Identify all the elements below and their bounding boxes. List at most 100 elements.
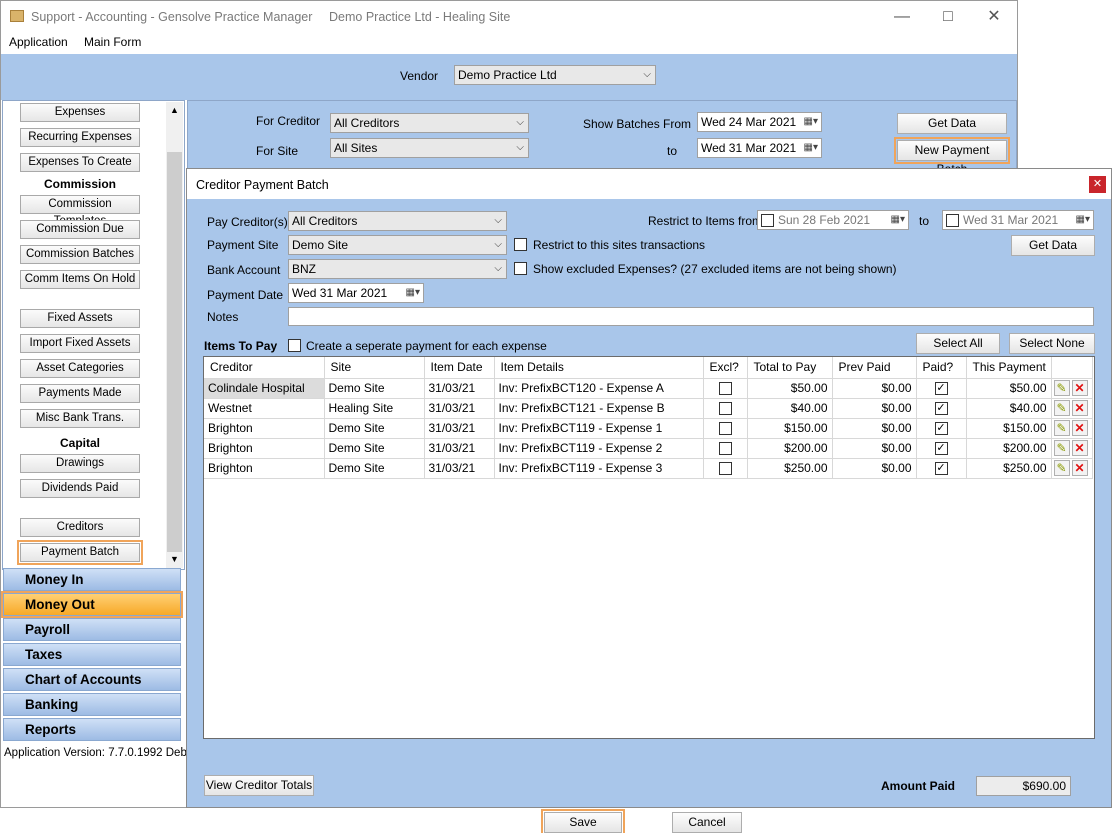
nav-money-out[interactable]: Money Out: [1, 591, 183, 618]
expenses-to-create-button[interactable]: Expenses To Create: [20, 153, 140, 172]
paid-checkbox[interactable]: ✓: [934, 382, 948, 396]
edit-pencil-icon[interactable]: ✎: [1053, 440, 1070, 456]
chevron-up-icon[interactable]: ▲: [166, 102, 183, 119]
col-prev-paid[interactable]: Prev Paid: [832, 357, 917, 379]
excl-checkbox[interactable]: [718, 422, 732, 436]
restrict-site-checkbox[interactable]: [514, 238, 527, 251]
nav-payroll[interactable]: Payroll: [3, 618, 181, 641]
excl-cell: [703, 458, 748, 479]
for-creditor-select[interactable]: All Creditors ⌵: [330, 113, 529, 133]
table-header-row: Creditor Site Item Date Item Details Exc…: [204, 357, 1093, 379]
delete-icon[interactable]: ✕: [1071, 440, 1088, 456]
drawings-button[interactable]: Drawings: [20, 454, 140, 473]
bank-account-select[interactable]: BNZ ⌵: [288, 259, 507, 279]
import-fixed-assets-button[interactable]: Import Fixed Assets: [20, 334, 140, 353]
show-from-date[interactable]: Wed 24 Mar 2021 ▦▾: [697, 112, 822, 132]
table-row[interactable]: Brighton Demo Site 31/03/21 Inv: PrefixBCT1…: [204, 438, 1093, 459]
nav-banking[interactable]: Banking: [3, 693, 181, 716]
excl-checkbox[interactable]: [718, 442, 732, 456]
nav-money-in[interactable]: Money In: [3, 568, 181, 591]
view-creditor-totals-button[interactable]: View Creditor Totals: [204, 775, 314, 796]
payment-site-select[interactable]: Demo Site ⌵: [288, 235, 507, 255]
menu-main-form[interactable]: Main Form: [84, 35, 141, 49]
restrict-from-date[interactable]: Sun 28 Feb 2021 ▦▾: [757, 210, 909, 230]
fixed-assets-button[interactable]: Fixed Assets: [20, 309, 140, 328]
select-none-button[interactable]: Select None: [1009, 333, 1095, 354]
table-row[interactable]: Westnet Healing Site 31/03/21 Inv: PrefixBC…: [204, 398, 1093, 419]
table-row[interactable]: Brighton Demo Site 31/03/21 Inv: PrefixBCT1…: [204, 458, 1093, 479]
expenses-button[interactable]: Expenses: [20, 103, 140, 122]
notes-input[interactable]: [288, 307, 1094, 326]
commission-batches-button[interactable]: Commission Batches: [20, 245, 140, 264]
calendar-icon[interactable]: ▦▾: [804, 113, 818, 131]
payment-batch-button[interactable]: Payment Batch: [17, 540, 143, 565]
cancel-button[interactable]: Cancel: [672, 812, 742, 833]
col-site[interactable]: Site: [324, 357, 425, 379]
show-excluded-checkbox[interactable]: [514, 262, 527, 275]
dividends-paid-button[interactable]: Dividends Paid: [20, 479, 140, 498]
vendor-select[interactable]: Demo Practice Ltd ⌵: [454, 65, 656, 85]
table-row[interactable]: Brighton Demo Site 31/03/21 Inv: PrefixBCT1…: [204, 418, 1093, 439]
scroll-thumb[interactable]: [167, 152, 182, 552]
col-excl[interactable]: Excl?: [703, 357, 748, 379]
col-creditor[interactable]: Creditor: [204, 357, 325, 379]
creditors-button[interactable]: Creditors: [20, 518, 140, 537]
calendar-icon[interactable]: ▦▾: [804, 139, 818, 157]
asset-categories-button[interactable]: Asset Categories: [20, 359, 140, 378]
sidebar-scrollbar[interactable]: ▲ ▼: [166, 102, 183, 568]
dialog-get-data-button[interactable]: Get Data: [1011, 235, 1095, 256]
restrict-to-date[interactable]: Wed 31 Mar 2021 ▦▾: [942, 210, 1094, 230]
restrict-from-checkbox[interactable]: [761, 214, 774, 227]
excl-checkbox[interactable]: [718, 382, 732, 396]
paid-checkbox[interactable]: ✓: [934, 402, 948, 416]
misc-bank-trans-button[interactable]: Misc Bank Trans.: [20, 409, 140, 428]
dialog-close-icon[interactable]: ✕: [1089, 176, 1106, 193]
excl-checkbox[interactable]: [718, 462, 732, 476]
for-site-select[interactable]: All Sites ⌵: [330, 138, 529, 158]
payments-made-button[interactable]: Payments Made: [20, 384, 140, 403]
commission-due-button[interactable]: Commission Due: [20, 220, 140, 239]
col-paid[interactable]: Paid?: [916, 357, 967, 379]
edit-pencil-icon[interactable]: ✎: [1053, 420, 1070, 436]
edit-pencil-icon[interactable]: ✎: [1053, 460, 1070, 476]
col-total-to-pay[interactable]: Total to Pay: [747, 357, 833, 379]
new-payment-batch-button[interactable]: New Payment Batch: [894, 137, 1010, 176]
recurring-expenses-button[interactable]: Recurring Expenses: [20, 128, 140, 147]
separate-payment-checkbox[interactable]: [288, 339, 301, 352]
delete-icon[interactable]: ✕: [1071, 400, 1088, 416]
close-icon[interactable]: ✕: [971, 1, 1017, 32]
excl-checkbox[interactable]: [718, 402, 732, 416]
save-button[interactable]: Save: [541, 809, 625, 833]
paid-checkbox[interactable]: ✓: [934, 422, 948, 436]
nav-chart-of-accounts[interactable]: Chart of Accounts: [3, 668, 181, 691]
col-item-details[interactable]: Item Details: [494, 357, 704, 379]
pay-creditor-select[interactable]: All Creditors ⌵: [288, 211, 507, 231]
item-details-cell: Inv: PrefixBCT119 - Expense 2: [494, 438, 704, 459]
paid-checkbox[interactable]: ✓: [934, 442, 948, 456]
paid-checkbox[interactable]: ✓: [934, 462, 948, 476]
delete-icon[interactable]: ✕: [1071, 420, 1088, 436]
edit-pencil-icon[interactable]: ✎: [1053, 380, 1070, 396]
table-row[interactable]: Colindale Hospital Demo Site 31/03/21 Inv: …: [204, 378, 1093, 399]
comm-items-on-hold-button[interactable]: Comm Items On Hold: [20, 270, 140, 289]
select-all-button[interactable]: Select All: [916, 333, 1000, 354]
col-item-date[interactable]: Item Date: [424, 357, 495, 379]
edit-pencil-icon[interactable]: ✎: [1053, 400, 1070, 416]
show-to-date[interactable]: Wed 31 Mar 2021 ▦▾: [697, 138, 822, 158]
nav-taxes[interactable]: Taxes: [3, 643, 181, 666]
payment-date-picker[interactable]: Wed 31 Mar 2021 ▦▾: [288, 283, 424, 303]
minimize-icon[interactable]: —: [879, 1, 925, 32]
chevron-down-icon[interactable]: ▼: [166, 551, 183, 568]
calendar-icon[interactable]: ▦▾: [406, 284, 420, 302]
delete-icon[interactable]: ✕: [1071, 460, 1088, 476]
calendar-icon[interactable]: ▦▾: [1076, 211, 1090, 229]
menu-application[interactable]: Application: [9, 35, 68, 49]
restrict-to-checkbox[interactable]: [946, 214, 959, 227]
get-data-button[interactable]: Get Data: [897, 113, 1007, 134]
commission-templates-button[interactable]: Commission Templates: [20, 195, 140, 227]
delete-icon[interactable]: ✕: [1071, 380, 1088, 396]
calendar-icon[interactable]: ▦▾: [891, 211, 905, 229]
maximize-icon[interactable]: □: [925, 1, 971, 32]
col-this-payment[interactable]: This Payment: [966, 357, 1052, 379]
nav-reports[interactable]: Reports: [3, 718, 181, 741]
